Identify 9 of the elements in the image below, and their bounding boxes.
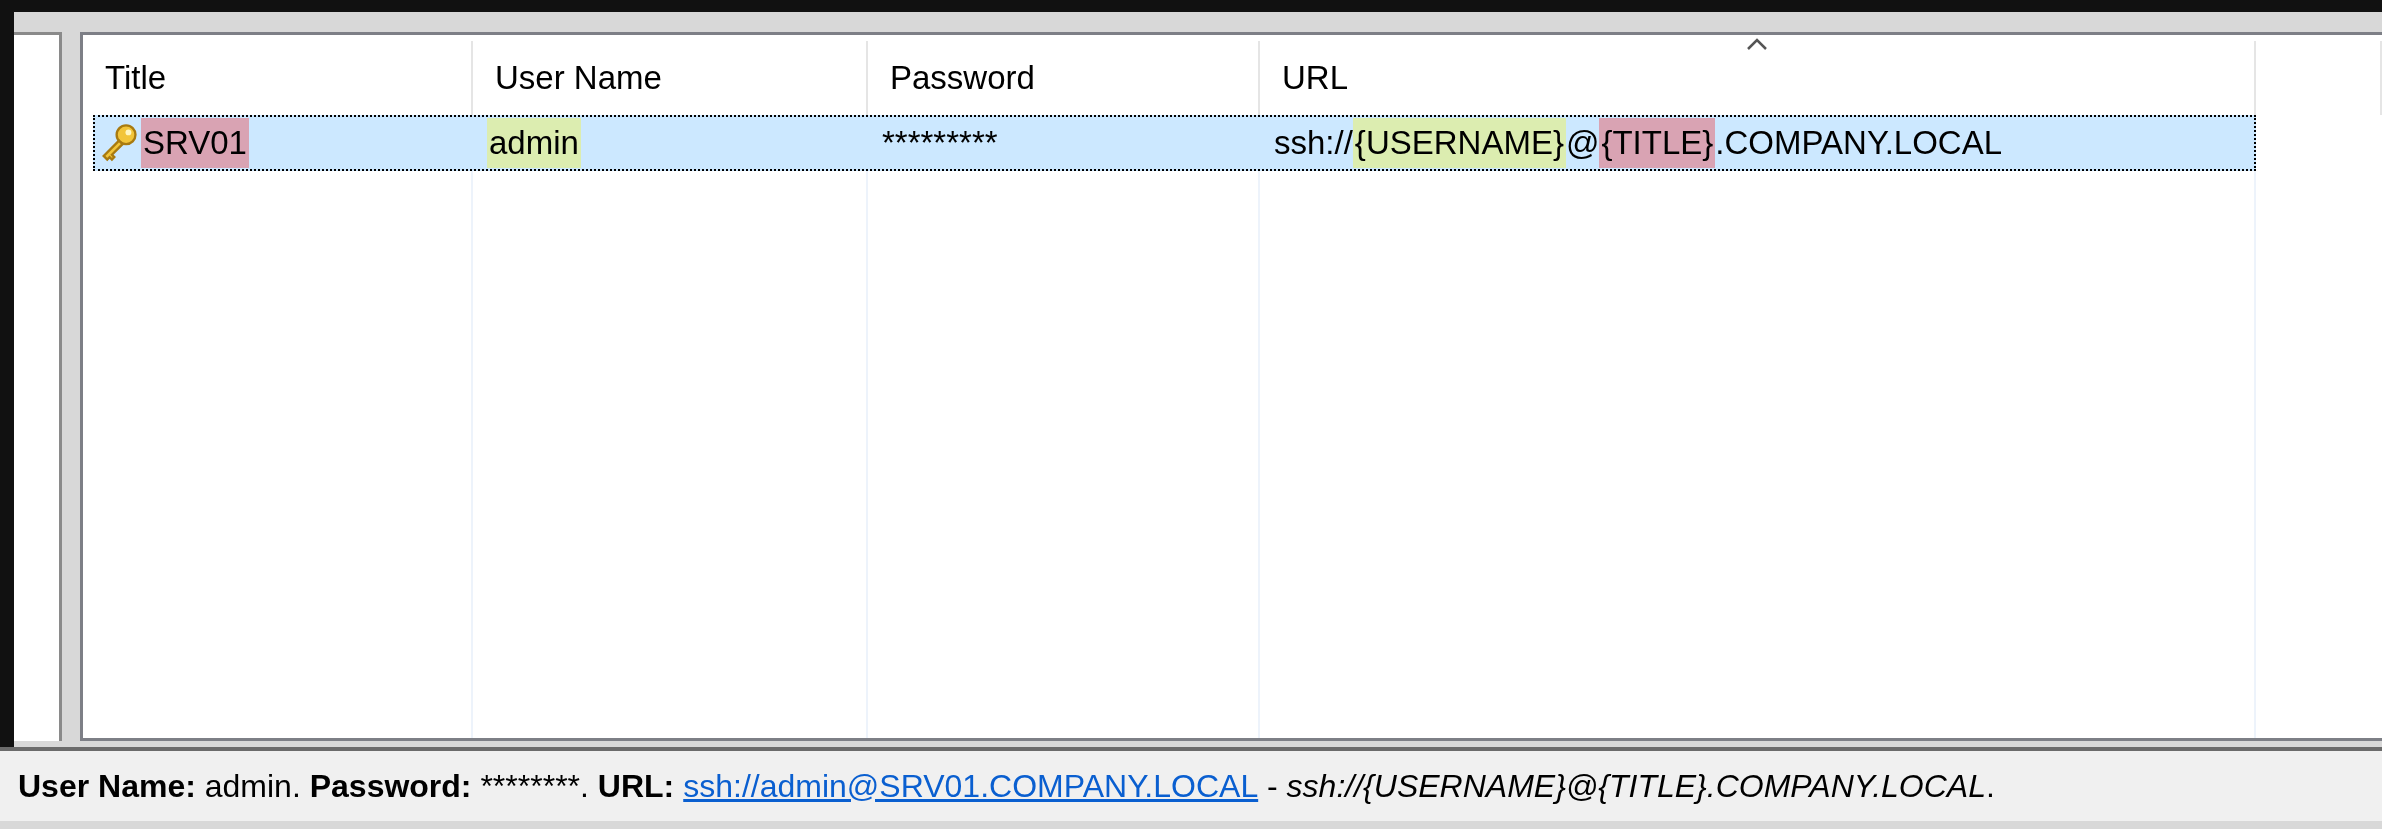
status-text: User Name: admin. Password: ********. URL: <box>18 767 675 805</box>
table-cell: SRV01 <box>95 118 475 168</box>
key-icon <box>99 123 139 163</box>
url-link[interactable]: ssh://admin@SRV01.COMPANY.LOCAL <box>683 767 1259 805</box>
status-text: - ssh://{USERNAME}@{TITLE}.COMPANY.LOCAL. <box>1266 767 1995 805</box>
table-cell: ssh://{USERNAME}@{TITLE}.COMPANY.LOCAL <box>1262 118 2258 168</box>
entry-row[interactable]: SRV01 admin ********* ssh://{USERNAME}@{TITLE}.COMPANY.LOCAL <box>93 115 2256 171</box>
table-cell-text: ********* <box>881 124 999 162</box>
table-cell: admin <box>475 118 870 168</box>
